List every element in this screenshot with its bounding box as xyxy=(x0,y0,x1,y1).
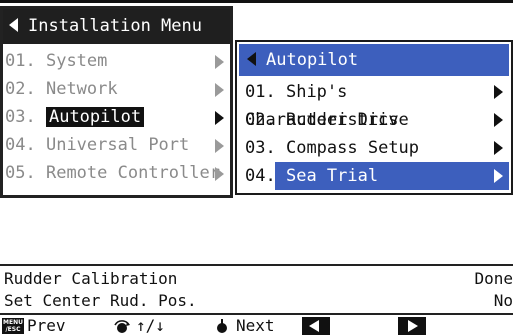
submenu-arrow-icon xyxy=(494,141,503,155)
status-rudder-calibration: Rudder Calibration Done xyxy=(0,268,513,290)
status-label: Rudder Calibration xyxy=(4,269,178,288)
submenu-arrow-icon xyxy=(494,113,503,127)
menu-item-system[interactable]: 01. System xyxy=(3,47,230,75)
submenu-arrow-icon xyxy=(494,169,503,183)
menu-key-bottom-text: /ESC xyxy=(5,325,21,333)
submenu-item-number: 02. xyxy=(245,110,276,130)
submenu-arrow-icon xyxy=(494,85,503,99)
menu-item-number: 04. xyxy=(5,135,36,155)
autopilot-submenu-title[interactable]: Autopilot xyxy=(239,44,509,76)
autopilot-submenu-title-text: Autopilot xyxy=(266,50,359,70)
top-border xyxy=(0,0,513,3)
status-value: No xyxy=(493,291,513,310)
submenu-item-number: 03. xyxy=(245,138,276,158)
menu-item-number: 05. xyxy=(5,163,36,183)
back-arrow-icon xyxy=(247,52,256,66)
submenu-arrow-icon xyxy=(215,111,224,125)
menu-item-label: Autopilot xyxy=(45,107,145,127)
push-knob-icon xyxy=(217,318,227,333)
left-arrow-icon xyxy=(302,316,330,335)
menu-item-label: Remote Controller xyxy=(45,163,220,183)
menu-item-number: 01. xyxy=(5,51,36,71)
submenu-arrow-icon xyxy=(215,139,224,153)
updown-softkey[interactable]: ↑/↓ xyxy=(112,315,165,336)
menu-item-label: System xyxy=(45,51,108,71)
left-arrow-key[interactable] xyxy=(302,315,330,336)
back-arrow-icon xyxy=(9,18,18,32)
autopilot-screen: Installation Menu 01. System 02. Network… xyxy=(0,0,513,336)
submenu-item-label: Sea Trial xyxy=(285,166,379,186)
submenu-item-label: Rudder Drive xyxy=(285,110,409,130)
installation-menu-title-text: Installation Menu xyxy=(28,16,202,36)
submenu-arrow-icon xyxy=(215,55,224,69)
menu-item-number: 02. xyxy=(5,79,36,99)
status-label: Set Center Rud. Pos. xyxy=(4,291,197,310)
prev-softkey[interactable]: MENU/ESC Prev xyxy=(2,315,66,336)
course-knob-icon xyxy=(114,319,130,333)
menu-item-number: 03. xyxy=(5,107,36,127)
right-arrow-key[interactable] xyxy=(398,315,426,336)
status-value: Done xyxy=(474,269,513,288)
installation-menu-title[interactable]: Installation Menu xyxy=(3,9,230,44)
next-softkey[interactable]: Next xyxy=(212,315,275,336)
installation-menu: Installation Menu 01. System 02. Network… xyxy=(0,6,233,198)
next-label: Next xyxy=(236,316,275,335)
menu-item-label: Network xyxy=(45,79,118,99)
autopilot-submenu: Autopilot 01. Ship's Characteristics 02.… xyxy=(235,40,513,195)
menu-item-universal-port[interactable]: 04. Universal Port xyxy=(3,131,230,159)
submenu-item-compass-setup[interactable]: 03. Compass Setup xyxy=(239,134,509,162)
submenu-item-ships-characteristics[interactable]: 01. Ship's Characteristics xyxy=(239,78,509,130)
submenu-item-number: 04. xyxy=(245,166,276,186)
submenu-item-rudder-drive[interactable]: 02. Rudder Drive xyxy=(239,106,509,134)
softkey-bar: MENU/ESC Prev ↑/↓ Next xyxy=(0,313,513,336)
menu-key-top-text: MENU xyxy=(3,318,23,326)
submenu-item-label: Compass Setup xyxy=(285,138,420,158)
menu-esc-key-icon: MENU/ESC xyxy=(2,317,24,334)
menu-item-remote-controller[interactable]: 05. Remote Controller xyxy=(3,159,230,187)
prev-label: Prev xyxy=(27,316,66,335)
menu-item-network[interactable]: 02. Network xyxy=(3,75,230,103)
menu-item-autopilot[interactable]: 03. Autopilot xyxy=(3,103,230,131)
submenu-item-number: 01. xyxy=(245,82,276,102)
status-center-rudder: Set Center Rud. Pos. No xyxy=(0,290,513,312)
menu-item-label: Universal Port xyxy=(45,135,190,155)
right-arrow-icon xyxy=(398,316,426,335)
submenu-arrow-icon xyxy=(215,83,224,97)
status-divider xyxy=(0,264,513,266)
updown-label: ↑/↓ xyxy=(136,316,165,335)
submenu-arrow-icon xyxy=(215,167,224,181)
submenu-item-sea-trial[interactable]: 04. Sea Trial xyxy=(239,162,509,190)
